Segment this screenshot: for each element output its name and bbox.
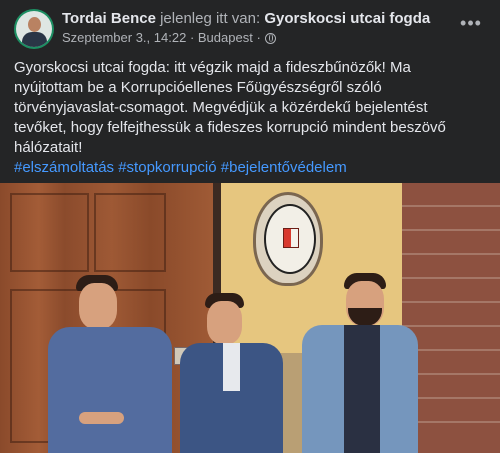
post-date[interactable]: Szeptember 3.: [62, 30, 147, 45]
post-line-2: nyújtottam be a Korrupcióellenes Főügyés…: [14, 79, 382, 96]
facebook-post: Tordai Bence jelenleg itt van: Gyorskocs…: [0, 0, 500, 453]
profile-avatar[interactable]: [14, 9, 54, 49]
post-time[interactable]: 14:22: [154, 30, 187, 45]
avatar-face: [28, 17, 41, 32]
hungarian-crest: [283, 228, 299, 248]
sign-emblem: [264, 204, 316, 274]
person-center: [180, 293, 283, 453]
globe-icon[interactable]: [264, 33, 276, 44]
person-left: [48, 275, 172, 453]
avatar-shirt: [22, 32, 47, 47]
post-text: Gyorskocsi utcai fogda: itt végzik majd …: [14, 58, 486, 178]
person-right: [302, 273, 418, 453]
checkin-text: jelenleg itt van:: [160, 10, 261, 27]
door-panel: [10, 193, 89, 272]
author-name[interactable]: Tordai Bence: [62, 10, 156, 27]
post-line-3: törvényjavaslat-csomagot. Megvédjük a kö…: [14, 99, 428, 116]
post-meta: Szeptember 3., 14:22 · Budapest ·: [62, 30, 276, 46]
checkin-place[interactable]: Gyorskocsi utcai fogda: [264, 10, 430, 27]
post-line-4: tevőket, hogy felfejthessük a fideszes k…: [14, 119, 446, 136]
post-line-1: Gyorskocsi utcai fogda: itt végzik majd …: [14, 59, 411, 76]
avatar-image: [16, 11, 52, 47]
author-line: Tordai Bence jelenleg itt van: Gyorskocs…: [62, 10, 430, 28]
post-hashtags[interactable]: #elszámoltatás #stopkorrupció #bejelentő…: [14, 158, 486, 178]
more-options-icon[interactable]: •••: [456, 11, 486, 35]
post-line-5: hálózatait!: [14, 139, 83, 156]
post-location[interactable]: Budapest: [198, 30, 253, 45]
post-header: Tordai Bence jelenleg itt van: Gyorskocs…: [14, 9, 486, 49]
door-panel: [94, 193, 166, 272]
post-photo[interactable]: [0, 183, 500, 453]
police-sign: [253, 192, 323, 286]
